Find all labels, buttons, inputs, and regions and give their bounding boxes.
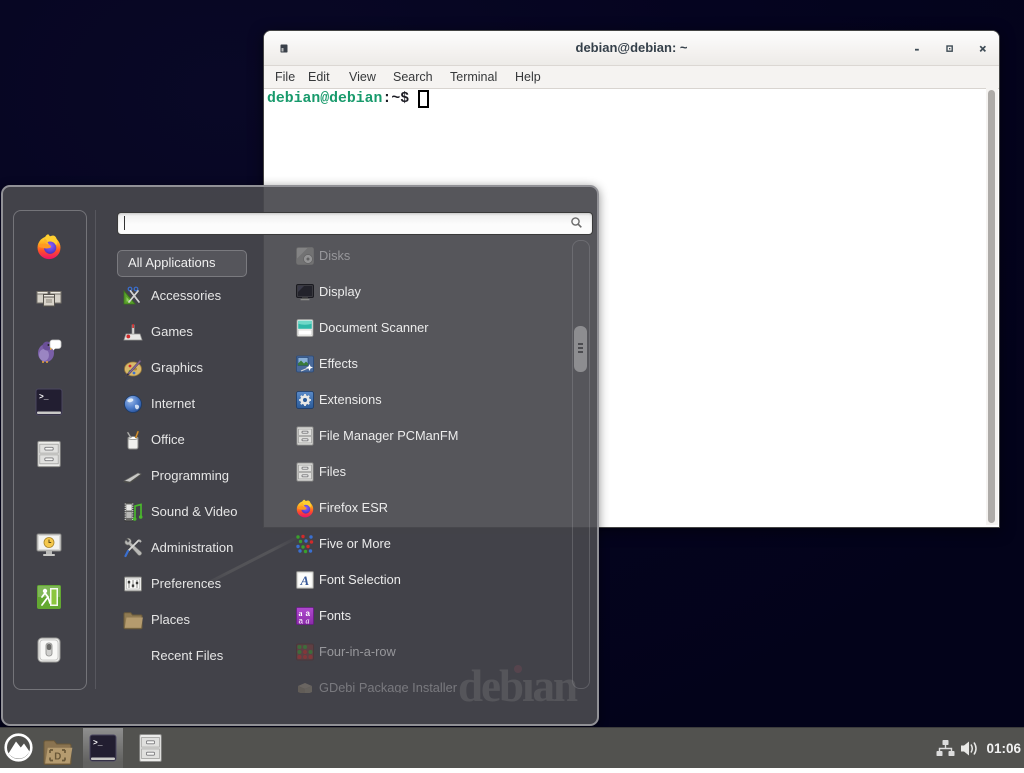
svg-text:a: a [306,616,310,625]
svg-text:A: A [300,573,310,588]
svg-text:a: a [299,616,304,625]
svg-text:>_: >_ [93,739,103,748]
svg-text:>_: >_ [39,393,49,402]
svg-text:D: D [54,751,61,762]
